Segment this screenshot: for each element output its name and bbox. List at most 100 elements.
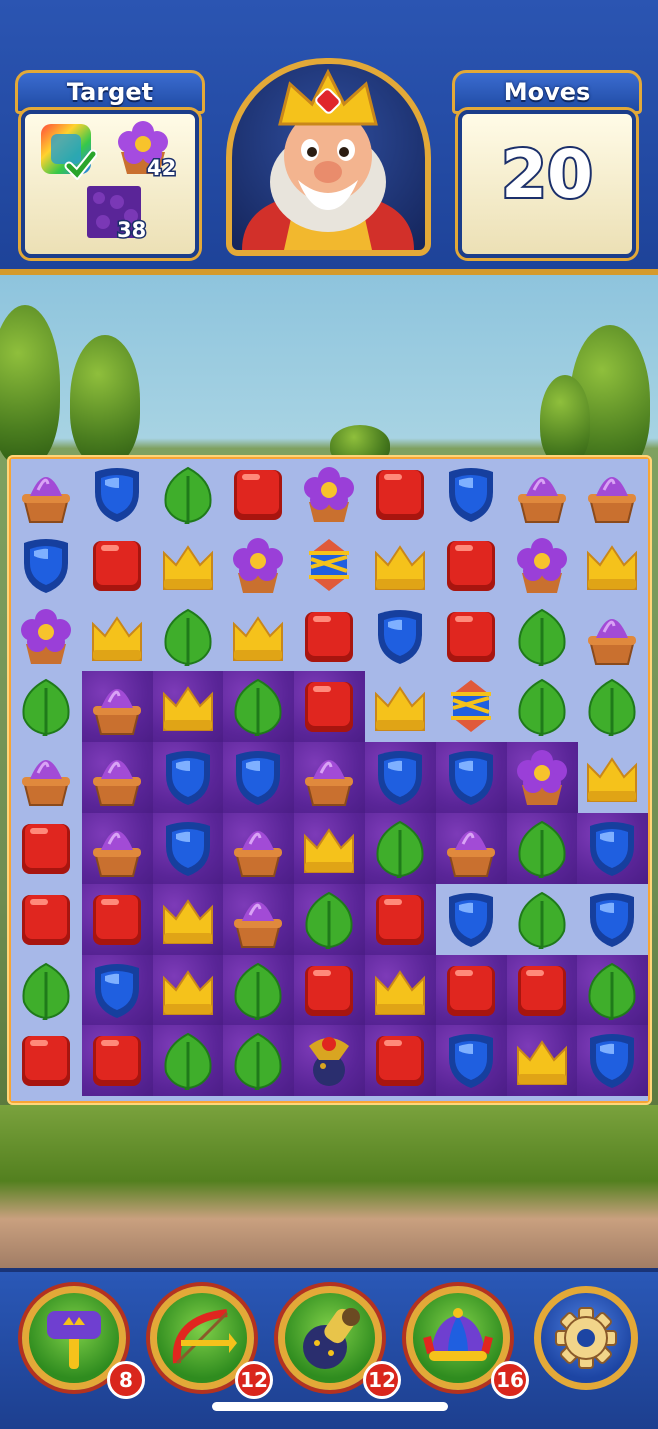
box-tile[interactable] [87, 889, 147, 953]
shield-tile[interactable] [87, 960, 147, 1024]
flower-target-count: 42 [145, 155, 177, 182]
box-tile[interactable] [370, 1030, 430, 1094]
jester-hat-icon [423, 1308, 493, 1361]
box-tile[interactable] [441, 606, 501, 670]
shield-tile[interactable] [158, 747, 218, 811]
cannon-booster-button[interactable]: 12 [278, 1286, 401, 1399]
box-tile[interactable] [370, 464, 430, 528]
level-header: Target 42 38 Moves 20 [0, 0, 658, 275]
moves-remaining: 20 [499, 134, 595, 215]
shield-tile[interactable] [582, 818, 642, 882]
shield-tile[interactable] [228, 747, 288, 811]
cannon-tile[interactable] [299, 1030, 359, 1094]
shield-tile[interactable] [441, 747, 501, 811]
pot-tile[interactable] [299, 747, 359, 811]
leaf-tile[interactable] [158, 1030, 218, 1096]
leaf-tile[interactable] [370, 818, 430, 884]
box-tile[interactable] [441, 960, 501, 1024]
pot-tile[interactable] [228, 818, 288, 882]
crown-tile[interactable] [158, 676, 218, 740]
pot-tile[interactable] [582, 464, 642, 528]
leaf-tile[interactable] [16, 960, 76, 1025]
leaf-tile[interactable] [158, 464, 218, 530]
crown-tile[interactable] [87, 606, 147, 670]
shield-tile[interactable] [441, 1030, 501, 1094]
pot-tile[interactable] [582, 606, 642, 670]
hedge-and-floor [0, 1105, 658, 1295]
leaf-tile[interactable] [582, 960, 642, 1025]
box-tile[interactable] [16, 818, 76, 882]
box-tile[interactable] [16, 1030, 76, 1094]
box-tile[interactable] [87, 535, 147, 599]
shield-tile[interactable] [582, 889, 642, 953]
shield-tile[interactable] [158, 818, 218, 882]
box-tile[interactable] [228, 464, 288, 528]
crown-tile[interactable] [582, 747, 642, 811]
flower-tile[interactable] [512, 535, 572, 599]
pot-tile[interactable] [441, 818, 501, 882]
pot-tile[interactable] [228, 889, 288, 953]
pot-tile[interactable] [87, 747, 147, 811]
topiary-bush [540, 375, 590, 465]
leaf-tile[interactable] [512, 818, 572, 884]
leaf-tile[interactable] [582, 676, 642, 742]
crown-tile[interactable] [370, 960, 430, 1024]
leaf-tile[interactable] [299, 889, 359, 954]
crown-tile[interactable] [370, 535, 430, 599]
leaf-tile[interactable] [228, 1030, 288, 1096]
box-tile[interactable] [87, 1030, 147, 1094]
cannon-count-badge: 12 [363, 1361, 401, 1399]
pot-tile[interactable] [16, 464, 76, 528]
rocket-tile[interactable] [299, 535, 359, 599]
crown-tile[interactable] [582, 535, 642, 599]
leaf-tile[interactable] [228, 676, 288, 742]
box-tile[interactable] [370, 889, 430, 953]
crossbow-icon [172, 1309, 237, 1365]
box-tile[interactable] [299, 676, 359, 740]
shield-tile[interactable] [16, 535, 76, 599]
crown-tile[interactable] [158, 960, 218, 1024]
tile-grid [11, 459, 649, 1101]
shield-tile[interactable] [87, 464, 147, 528]
flower-tile[interactable] [16, 606, 76, 670]
shield-tile[interactable] [441, 464, 501, 528]
leaf-tile[interactable] [512, 889, 572, 954]
leaf-tile[interactable] [158, 606, 218, 671]
jester-booster-button[interactable]: 16 [406, 1286, 529, 1399]
crown-tile[interactable] [158, 889, 218, 953]
shield-tile[interactable] [370, 606, 430, 670]
flower-tile[interactable] [299, 464, 359, 528]
shield-tile[interactable] [370, 747, 430, 811]
shield-tile[interactable] [582, 1030, 642, 1094]
crown-tile[interactable] [512, 1030, 572, 1094]
pot-tile[interactable] [87, 676, 147, 740]
shield-tile[interactable] [441, 889, 501, 953]
crown-tile[interactable] [228, 606, 288, 670]
pot-tile[interactable] [16, 747, 76, 811]
settings-button[interactable] [534, 1286, 638, 1390]
target-label: Target [15, 70, 205, 114]
home-indicator [212, 1402, 448, 1411]
arrow-booster-button[interactable]: 12 [150, 1286, 273, 1399]
pot-tile[interactable] [87, 818, 147, 882]
flower-tile[interactable] [512, 747, 572, 811]
rocket-tile[interactable] [441, 676, 501, 740]
leaf-tile[interactable] [512, 676, 572, 742]
leaf-tile[interactable] [16, 676, 76, 742]
box-tile[interactable] [16, 889, 76, 953]
box-tile[interactable] [512, 960, 572, 1024]
crown-tile[interactable] [158, 535, 218, 599]
pot-tile[interactable] [512, 464, 572, 528]
carpet-target-count: 38 [115, 217, 147, 244]
leaf-tile[interactable] [228, 960, 288, 1025]
flower-tile[interactable] [228, 535, 288, 599]
box-tile[interactable] [441, 535, 501, 599]
target-goals: 42 38 [21, 110, 199, 258]
leaf-tile[interactable] [512, 606, 572, 671]
moves-panel: Moves 20 [452, 70, 642, 260]
crown-tile[interactable] [370, 676, 430, 740]
box-tile[interactable] [299, 960, 359, 1024]
hammer-booster-button[interactable]: 8 [22, 1286, 145, 1399]
crown-tile[interactable] [299, 818, 359, 882]
box-tile[interactable] [299, 606, 359, 670]
